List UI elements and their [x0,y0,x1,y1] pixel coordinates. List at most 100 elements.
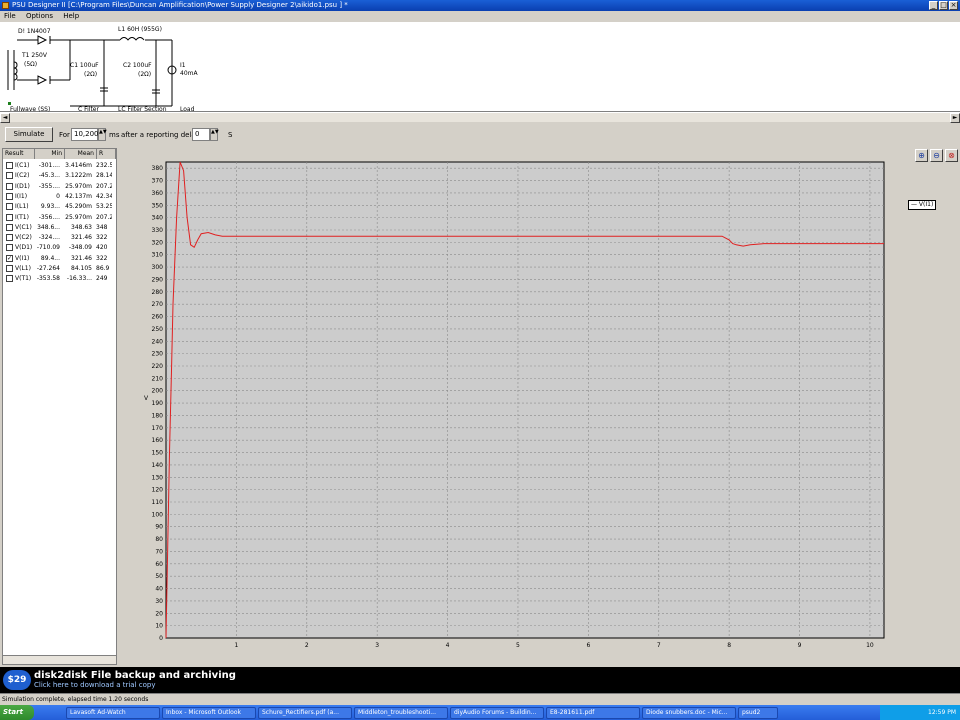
ad-subtitle-link[interactable]: Click here to download a trial copy [34,681,156,689]
table-row[interactable]: V(L1) -27.264 84.105 86.9 [3,264,116,274]
c2-label: C2 100uF [123,62,152,69]
delay-input[interactable]: 0 [192,128,210,141]
taskbar-item[interactable]: E8-281611.pdf [546,706,640,719]
menu-options[interactable]: Options [22,12,57,20]
x-tick-label: 7 [657,642,661,649]
row-checkbox[interactable] [6,213,13,221]
schematic-canvas[interactable]: D! 1N4007 L1 60H (955G) T1 250V (5Ω) C1 … [0,22,960,113]
row-checkbox[interactable] [6,223,13,231]
row-min: 89.4... [40,254,60,262]
row-name: I(I1) [15,192,28,200]
y-tick-label: 210 [152,375,164,382]
c1-label: C1 100uF [70,62,99,69]
window-title: PSU Designer II [C:\Program Files\Duncan… [12,1,348,9]
col-mean[interactable]: Mean [65,149,97,159]
row-checkbox[interactable]: ✓ [6,254,13,262]
maximize-button[interactable]: □ [939,1,948,10]
row-r: 207.2 [96,182,112,190]
row-mean: 25.970m [65,182,92,190]
taskbar-item[interactable]: diyAudio Forums - Buildin... [450,706,544,719]
taskbar-item[interactable]: Inbox - Microsoft Outlook [162,706,256,719]
close-button[interactable]: × [949,1,958,10]
table-row[interactable]: I(C1) -301.... 3.4146m 232.5 [3,161,116,171]
delay-spinner[interactable]: ▲▼ [210,128,219,141]
col-r[interactable]: R [97,149,116,159]
col-min[interactable]: Min [35,149,65,159]
duration-spinner[interactable]: ▲▼ [98,128,107,141]
y-tick-label: 190 [152,400,164,407]
row-name: V(T1) [15,275,32,283]
taskbar-item[interactable]: Schure_Rectifiers.pdf (a... [258,706,352,719]
y-tick-label: 80 [155,536,163,543]
table-row[interactable]: I(T1) -356.... 25.970m 207.2 [3,213,116,223]
minimize-button[interactable]: _ [929,1,938,10]
y-tick-label: 170 [152,425,164,432]
row-r: 28.14 [96,172,112,180]
y-tick-label: 50 [155,573,163,580]
menu-help[interactable]: Help [59,12,83,20]
row-checkbox[interactable] [6,265,13,272]
table-row[interactable]: V(C2) -324.... 321.46 322 [3,233,116,243]
y-tick-label: 340 [152,215,164,222]
x-tick-label: 1 [234,642,238,649]
row-checkbox[interactable] [6,203,13,211]
results-scrollbar[interactable] [2,655,117,665]
table-row[interactable]: ✓ V(I1) 89.4... 321.46 322 [3,254,116,264]
row-mean: 321.46 [71,234,92,242]
table-row[interactable]: I(C2) -45.3... 3.1222m 28.14 [3,171,116,181]
x-tick-label: 8 [727,642,731,649]
legend-entry: — V(I1) [908,200,937,210]
start-button[interactable]: Start [0,705,34,720]
y-tick-label: 10 [155,623,163,630]
y-tick-label: 230 [152,351,164,358]
y-tick-label: 290 [152,276,164,283]
taskbar-item[interactable]: Lavasoft Ad-Watch [66,706,160,719]
y-tick-label: 350 [152,202,164,209]
row-name: V(C2) [15,234,32,242]
row-checkbox[interactable] [6,275,13,283]
taskbar-item[interactable]: Diode snubbers.doc - Mic... [642,706,736,719]
menu-file[interactable]: File [0,12,20,20]
y-tick-label: 70 [155,548,163,555]
y-tick-label: 0 [159,635,163,642]
table-row[interactable]: V(D1) -710.09 -348.09 420 [3,243,116,253]
row-checkbox[interactable] [6,192,13,200]
taskbar-item[interactable]: Middleton_troubleshooti... [354,706,448,719]
row-mean: 25.970m [65,213,92,221]
col-result[interactable]: Result [3,149,35,159]
row-mean: 348.63 [71,223,92,231]
voltage-chart[interactable]: 0102030405060708090100110120130140150160… [118,148,960,665]
row-name: I(T1) [15,213,29,221]
y-tick-label: 370 [152,178,164,185]
row-mean: 3.1222m [65,172,92,180]
row-checkbox[interactable] [6,182,13,190]
row-name: V(I1) [15,254,30,262]
simulate-button[interactable]: Simulate [5,127,53,142]
table-row[interactable]: I(I1) 0 42.137m 42.34 [3,192,116,202]
row-mean: -348.09 [68,244,92,252]
table-row[interactable]: V(T1) -353.58 -16.33... 249 [3,274,116,284]
taskbar-item[interactable]: psud2 [738,706,778,719]
t1-label: T1 250V [22,52,47,59]
row-r: 322 [96,254,108,262]
table-row[interactable]: V(C1) 348.6... 348.63 348 [3,223,116,233]
row-r: 42.34 [96,192,112,200]
row-checkbox[interactable] [6,244,13,252]
row-checkbox[interactable] [6,234,13,242]
row-checkbox[interactable] [6,172,13,180]
c1-resistance: (2Ω) [84,71,98,78]
row-min: -353.58 [36,275,60,283]
y-tick-label: 60 [155,561,163,568]
y-tick-label: 300 [152,264,164,271]
table-row[interactable]: I(L1) 9.93... 45.290m 53.25 [3,202,116,212]
x-tick-label: 6 [586,642,590,649]
x-tick-label: 3 [375,642,379,649]
schematic-scrollbar[interactable]: ◄ ► [0,112,960,123]
ad-price-badge: $29 [3,670,31,690]
y-tick-label: 260 [152,314,164,321]
row-min: -356.... [38,213,60,221]
table-row[interactable]: I(D1) -355.... 25.970m 207.2 [3,182,116,192]
duration-input[interactable]: 10,200 [71,128,99,141]
row-checkbox[interactable] [6,162,13,169]
ad-banner[interactable]: $29 disk2disk File backup and archiving … [0,667,960,693]
